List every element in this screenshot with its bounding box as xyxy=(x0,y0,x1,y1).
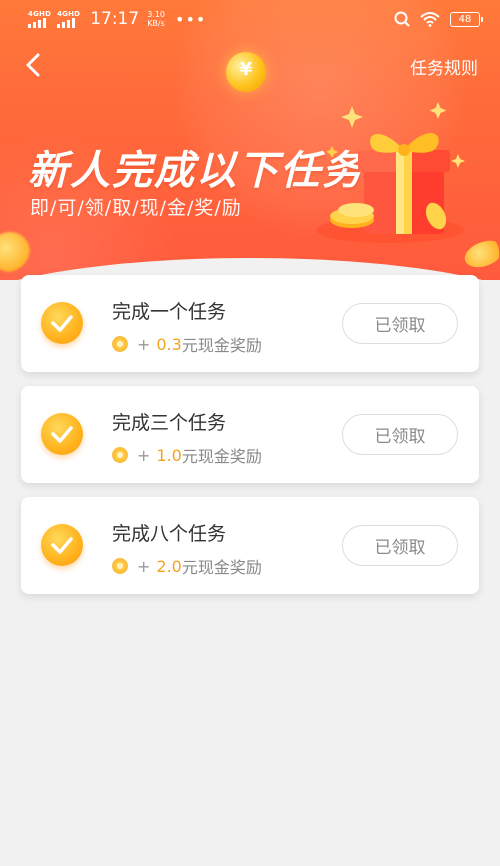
task-title: 完成八个任务 xyxy=(112,523,227,545)
signal-icon: 4GHD xyxy=(28,10,51,28)
task-card: 完成一个任务 + 0.3 元现金奖励 已领取 xyxy=(21,275,479,372)
check-badge-icon xyxy=(41,302,83,344)
reward-label: 元现金奖励 xyxy=(181,447,262,466)
check-badge-icon xyxy=(41,413,83,455)
reward-info: + 2.0 元现金奖励 xyxy=(112,554,262,578)
task-title: 完成一个任务 xyxy=(112,301,227,323)
hero-banner: 新人完成以下任务 即/可/领/取/现/金/奖/励 xyxy=(0,0,500,280)
chevron-left-icon xyxy=(26,53,40,77)
claimed-button[interactable]: 已领取 xyxy=(342,414,458,455)
reward-info: + 0.3 元现金奖励 xyxy=(112,332,262,356)
battery-icon: 48 xyxy=(450,11,483,27)
gift-box-icon xyxy=(316,102,465,243)
signal-icon: 4GHD xyxy=(57,10,80,28)
reward-label: 元现金奖励 xyxy=(181,336,262,355)
wifi-icon xyxy=(420,12,440,27)
clock: 17:17 xyxy=(90,9,140,29)
reward-info: + 1.0 元现金奖励 xyxy=(112,443,262,467)
reward-amount: 2.0 xyxy=(156,556,182,576)
back-button[interactable] xyxy=(20,50,50,80)
status-bar: 4GHD 4GHD 17:17 3.10 KB/s ••• 48 xyxy=(0,0,500,38)
coin-icon xyxy=(112,447,128,463)
hero-subtitle: 即/可/领/取/现/金/奖/励 xyxy=(30,197,242,219)
task-title: 完成三个任务 xyxy=(112,412,227,434)
do-not-disturb-icon xyxy=(394,11,410,27)
check-badge-icon xyxy=(41,524,83,566)
reward-amount: 0.3 xyxy=(156,334,182,354)
coin-icon xyxy=(112,558,128,574)
task-rules-link[interactable]: 任务规则 xyxy=(410,54,478,79)
coin-icon xyxy=(226,52,266,92)
reward-amount: 1.0 xyxy=(156,445,182,465)
claimed-button[interactable]: 已领取 xyxy=(342,525,458,566)
task-list: 完成一个任务 + 0.3 元现金奖励 已领取 完成三个任务 + 1.0 元现金奖… xyxy=(21,275,479,608)
reward-label: 元现金奖励 xyxy=(181,558,262,577)
claimed-button[interactable]: 已领取 xyxy=(342,303,458,344)
coin-icon xyxy=(112,336,128,352)
more-notifications-icon: ••• xyxy=(175,9,207,29)
task-card: 完成八个任务 + 2.0 元现金奖励 已领取 xyxy=(21,497,479,594)
task-card: 完成三个任务 + 1.0 元现金奖励 已领取 xyxy=(21,386,479,483)
network-speed: 3.10 KB/s xyxy=(147,10,165,28)
